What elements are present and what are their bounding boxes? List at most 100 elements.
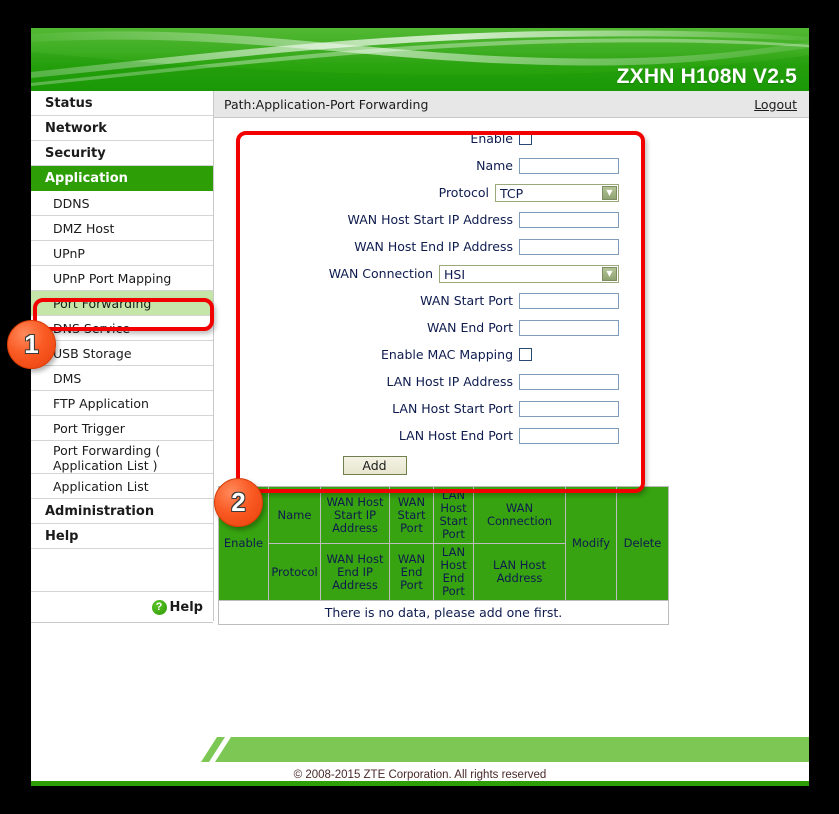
field-label: LAN Host End Port	[398, 428, 513, 443]
wan-connection-select-value: HSI	[444, 266, 466, 282]
sidebar-item-upnp-port-mapping[interactable]: UPnP Port Mapping	[31, 266, 213, 291]
add-button[interactable]: Add	[342, 456, 407, 475]
wan-start-port-input[interactable]	[519, 292, 619, 309]
lan-host-end-port-input[interactable]	[519, 427, 619, 444]
sidebar-item-label: DMZ Host	[53, 221, 115, 236]
annotation-badge-2: 2	[214, 478, 263, 527]
table-header-protocol: Protocol	[268, 543, 321, 601]
device-model-title: ZXHN H108N V2.5	[616, 65, 797, 88]
sidebar-item-label: Help	[45, 529, 79, 544]
page-body: Status Network Security Application DDNS…	[31, 91, 809, 723]
sidebar-item-label: Status	[45, 96, 93, 111]
router-admin-page: ZXHN H108N V2.5 Status Network Security …	[31, 28, 809, 786]
table-header-wan-end-port: WAN End Port	[389, 543, 434, 601]
table-header-wan-host-start-ip: WAN Host Start IP Address	[320, 486, 390, 544]
table-header-wan-host-end-ip: WAN Host End IP Address	[320, 543, 390, 601]
sidebar-item-status[interactable]: Status	[31, 91, 213, 116]
sidebar-item-label: Port Forwarding ( Application List )	[53, 443, 161, 473]
sidebar-item-port-trigger[interactable]: Port Trigger	[31, 416, 213, 441]
breadcrumb-bar: Path:Application-Port Forwarding Logout	[214, 91, 809, 118]
chevron-down-icon: ▼	[602, 185, 617, 200]
wan-host-end-ip-input[interactable]	[519, 238, 619, 255]
sidebar-item-administration[interactable]: Administration	[31, 499, 213, 524]
field-label: Name	[476, 158, 513, 173]
sidebar-item-port-forwarding-application-list[interactable]: Port Forwarding ( Application List )	[31, 441, 213, 474]
field-label: WAN Host End IP Address	[354, 239, 513, 254]
field-label: WAN End Port	[426, 320, 513, 335]
field-label: Enable	[470, 131, 513, 146]
sidebar-item-label: Application	[45, 171, 128, 186]
sidebar-item-application[interactable]: Application	[31, 166, 213, 191]
table-header-lan-host-start-port: LAN Host Start Port	[433, 486, 474, 544]
form-row-wan-host-start-ip: WAN Host Start IP Address	[234, 207, 619, 232]
table-empty-row: There is no data, please add one first.	[218, 600, 669, 625]
chevron-down-icon: ▼	[602, 266, 617, 281]
footer-bottom-rule	[31, 781, 809, 786]
footer-band-shape	[201, 737, 809, 762]
sidebar-item-ddns[interactable]: DDNS	[31, 191, 213, 216]
port-forwarding-table: Enable Name WAN Host Start IP Address WA…	[218, 486, 669, 625]
content-panel: Path:Application-Port Forwarding Logout …	[214, 91, 809, 723]
sidebar-item-label: UPnP	[53, 246, 85, 261]
sidebar-item-label: Application List	[53, 479, 149, 494]
table-header-wan-start-port: WAN Start Port	[389, 486, 434, 544]
field-label: WAN Host Start IP Address	[347, 212, 513, 227]
name-input[interactable]	[519, 157, 619, 174]
wan-end-port-input[interactable]	[519, 319, 619, 336]
form-row-enable-mac-mapping: Enable MAC Mapping	[234, 342, 619, 367]
annotation-badge-1: 1	[7, 320, 56, 369]
form-actions: Add	[234, 456, 619, 475]
sidebar-item-label: Security	[45, 146, 106, 161]
sidebar-item-upnp[interactable]: UPnP	[31, 241, 213, 266]
field-label: LAN Host Start Port	[392, 401, 513, 416]
sidebar-item-dmz-host[interactable]: DMZ Host	[31, 216, 213, 241]
form-row-wan-start-port: WAN Start Port	[234, 288, 619, 313]
form-row-lan-host-end-port: LAN Host End Port	[234, 423, 619, 448]
sidebar-item-label: Administration	[45, 504, 155, 519]
screenshot-frame: ZXHN H108N V2.5 Status Network Security …	[0, 0, 839, 814]
table-header-modify: Modify	[565, 486, 617, 601]
sidebar-item-application-list[interactable]: Application List	[31, 474, 213, 499]
field-label: Enable MAC Mapping	[380, 347, 513, 362]
field-label: WAN Start Port	[420, 293, 513, 308]
sidebar-item-network[interactable]: Network	[31, 116, 213, 141]
sidebar-item-security[interactable]: Security	[31, 141, 213, 166]
table-header-row-1: Enable Name WAN Host Start IP Address WA…	[218, 486, 669, 601]
protocol-select[interactable]: TCP ▼	[495, 183, 619, 202]
sidebar-item-label: DDNS	[53, 196, 90, 211]
table-header-lan-host-end-port: LAN Host End Port	[433, 543, 474, 601]
protocol-select-value: TCP	[500, 185, 524, 201]
copyright-text: © 2008-2015 ZTE Corporation. All rights …	[293, 769, 547, 781]
port-forwarding-table-wrap: Enable Name WAN Host Start IP Address WA…	[218, 486, 669, 625]
enable-mac-mapping-checkbox[interactable]	[519, 348, 532, 361]
sidebar-item-label: Port Forwarding	[53, 296, 152, 311]
form-row-lan-host-start-port: LAN Host Start Port	[234, 396, 619, 421]
page-footer: © 2008-2015 ZTE Corporation. All rights …	[31, 723, 809, 786]
form-row-enable: Enable	[234, 126, 619, 151]
sidebar-item-label: UPnP Port Mapping	[53, 271, 172, 286]
question-mark-icon: ?	[151, 599, 167, 615]
form-row-protocol: Protocol TCP ▼	[234, 180, 619, 205]
enable-checkbox[interactable]	[519, 132, 532, 145]
table-header-lan-host-address: LAN Host Address	[473, 543, 566, 601]
footer-green-band	[31, 737, 809, 762]
sidebar-item-label: Port Trigger	[53, 421, 125, 436]
sidebar-item-usb-storage[interactable]: USB Storage	[31, 341, 213, 366]
field-label: LAN Host IP Address	[386, 374, 513, 389]
sidebar-item-dns-service[interactable]: DNS Service	[31, 316, 213, 341]
sidebar-item-label: FTP Application	[53, 396, 149, 411]
table-header-wan-connection: WAN Connection	[473, 486, 566, 544]
wan-connection-select[interactable]: HSI ▼	[439, 264, 619, 283]
field-label: WAN Connection	[328, 266, 433, 281]
wan-host-start-ip-input[interactable]	[519, 211, 619, 228]
form-row-wan-end-port: WAN End Port	[234, 315, 619, 340]
lan-host-start-port-input[interactable]	[519, 400, 619, 417]
lan-host-ip-input[interactable]	[519, 373, 619, 390]
sidebar-item-help[interactable]: Help	[31, 524, 213, 549]
sidebar-help-link[interactable]: ? Help	[31, 592, 213, 623]
page-banner: ZXHN H108N V2.5	[31, 28, 809, 91]
sidebar-item-port-forwarding[interactable]: Port Forwarding	[31, 291, 213, 316]
logout-link[interactable]: Logout	[754, 97, 797, 112]
sidebar-item-dms[interactable]: DMS	[31, 366, 213, 391]
sidebar-item-ftp-application[interactable]: FTP Application	[31, 391, 213, 416]
